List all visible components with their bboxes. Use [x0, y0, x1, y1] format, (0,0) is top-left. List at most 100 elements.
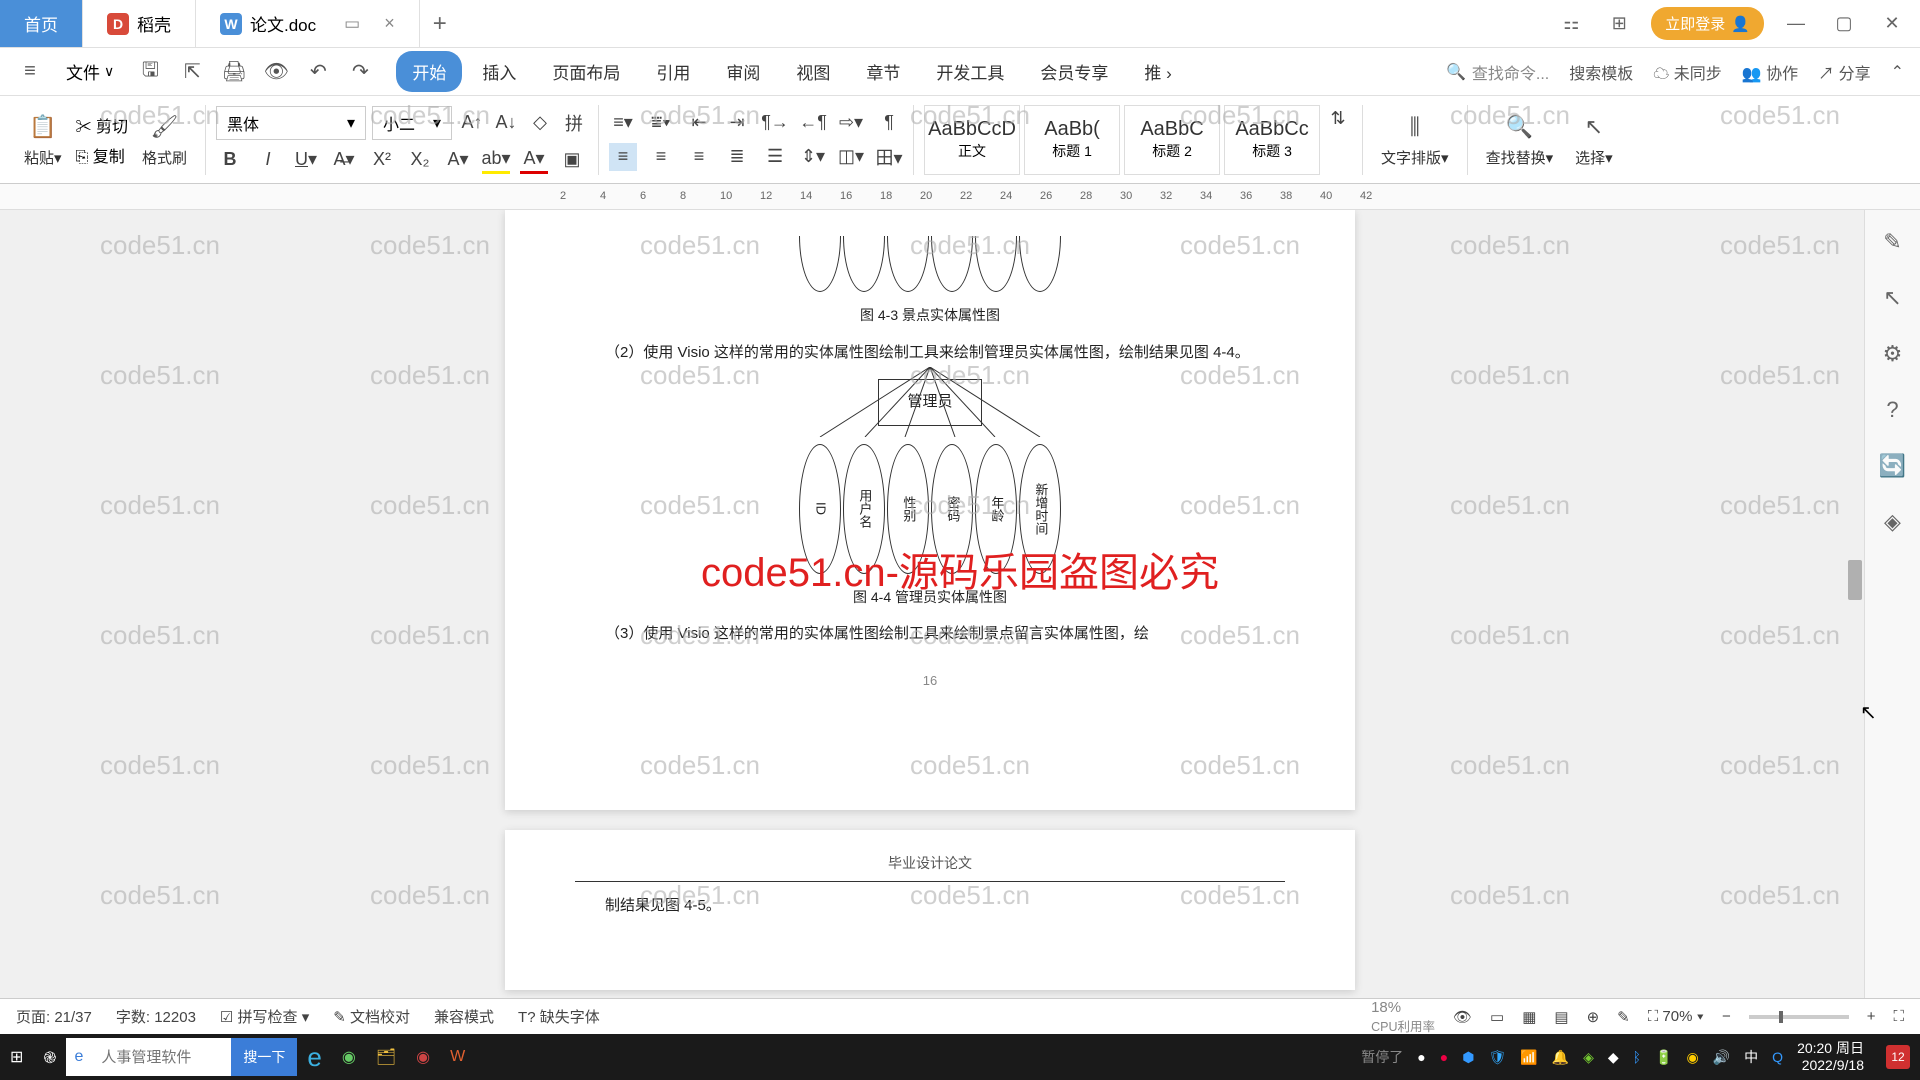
style-heading1[interactable]: AaBb(标题 1: [1024, 105, 1120, 175]
clear-format-icon[interactable]: ◇: [526, 109, 554, 137]
bullets-button[interactable]: ≡▾: [609, 109, 637, 137]
shrink-font-icon[interactable]: A↓: [492, 109, 520, 137]
menu-more[interactable]: 推 ›: [1128, 51, 1187, 92]
distribute-button[interactable]: ☰: [761, 143, 789, 171]
underline-button[interactable]: U▾: [292, 146, 320, 174]
notification-badge[interactable]: 12: [1886, 1045, 1910, 1069]
eye-icon[interactable]: 👁: [1453, 1008, 1472, 1026]
outdent-button[interactable]: ⇤: [685, 109, 713, 137]
bluetooth-icon[interactable]: ᛒ: [1633, 1049, 1641, 1065]
export-icon[interactable]: ⇱: [178, 58, 206, 86]
print-icon[interactable]: 🖨: [220, 58, 248, 86]
app-green-icon[interactable]: ◉: [332, 1034, 366, 1080]
settings-slider-icon[interactable]: ⚙: [1877, 338, 1909, 370]
copy-button[interactable]: ⎘ 复制: [76, 143, 128, 167]
gpu-icon[interactable]: ◈: [1583, 1049, 1594, 1066]
char-border-button[interactable]: ▣: [558, 146, 586, 174]
menu-start[interactable]: 开始: [396, 51, 462, 92]
menu-chapter[interactable]: 章节: [850, 51, 916, 92]
search-template[interactable]: 搜索模板: [1569, 60, 1633, 84]
web-mode-icon[interactable]: ⊕: [1587, 1008, 1600, 1026]
maximize-button[interactable]: ▢: [1828, 8, 1860, 40]
indent-button[interactable]: ⇥: [723, 109, 751, 137]
tab-menu-icon[interactable]: ▭: [344, 14, 360, 34]
tab-docker[interactable]: D稻壳: [83, 0, 196, 47]
text-layout[interactable]: ⫼文字排版▾: [1373, 111, 1457, 168]
share-button[interactable]: ↗ 分享: [1818, 60, 1870, 84]
tray-icon[interactable]: ●: [1417, 1049, 1425, 1065]
page-counter[interactable]: 页面: 21/37: [16, 1006, 92, 1027]
font-color-button[interactable]: A▾: [520, 146, 548, 174]
menu-review[interactable]: 审阅: [710, 51, 776, 92]
security-icon[interactable]: 🛡: [1488, 1049, 1506, 1066]
grow-font-icon[interactable]: A↑: [458, 109, 486, 137]
volume-icon[interactable]: 🔊: [1713, 1049, 1730, 1066]
redo-icon[interactable]: ↷: [346, 58, 374, 86]
zoom-out-button[interactable]: −: [1722, 1008, 1731, 1025]
align-center-button[interactable]: ≡: [647, 143, 675, 171]
collab-button[interactable]: 👥 协作: [1742, 60, 1798, 84]
style-normal[interactable]: AaBbCcD正文: [924, 105, 1020, 175]
rtl-button[interactable]: ←¶: [799, 109, 827, 137]
tray-icon[interactable]: ●: [1440, 1049, 1448, 1065]
tray-icon[interactable]: ◆: [1608, 1049, 1619, 1066]
zoom-fit-icon[interactable]: ⛶ 70% ▾: [1648, 1008, 1704, 1025]
scroll-thumb[interactable]: [1848, 560, 1862, 600]
ime-indicator[interactable]: 中: [1744, 1047, 1758, 1067]
help-icon[interactable]: ?: [1877, 394, 1909, 426]
fullscreen-icon[interactable]: ⛶: [1893, 1008, 1904, 1025]
missing-font[interactable]: T? 缺失字体: [518, 1006, 600, 1027]
tab-home[interactable]: 首页: [0, 0, 83, 47]
menu-references[interactable]: 引用: [640, 51, 706, 92]
save-icon[interactable]: 🖫: [136, 58, 164, 86]
search-command[interactable]: 🔍 查找命令...: [1446, 60, 1549, 84]
subscript-button[interactable]: X₂: [406, 146, 434, 174]
spell-check[interactable]: ☑ 拼写检查 ▾: [220, 1006, 309, 1027]
app-red-icon[interactable]: ◉: [406, 1034, 440, 1080]
bold-button[interactable]: B: [216, 146, 244, 174]
tray-icon[interactable]: ⬢: [1462, 1049, 1474, 1066]
ie-app-icon[interactable]: e: [297, 1034, 331, 1080]
menu-dev-tools[interactable]: 开发工具: [920, 51, 1020, 92]
shading-button[interactable]: ◫▾: [837, 143, 865, 171]
ai-icon[interactable]: ◈: [1877, 506, 1909, 538]
wifi-icon[interactable]: 📶: [1520, 1049, 1537, 1066]
bell-icon[interactable]: 🔔: [1552, 1049, 1569, 1066]
apps-icon[interactable]: ⊞: [1603, 8, 1635, 40]
login-button[interactable]: 立即登录👤: [1651, 7, 1764, 40]
document-canvas[interactable]: 图 4-3 景点实体属性图 （2）使用 Visio 这样的常用的实体属性图绘制工…: [0, 210, 1860, 1034]
hamburger-icon[interactable]: ≡: [16, 58, 44, 86]
close-icon[interactable]: ×: [384, 13, 395, 34]
search-go-button[interactable]: 搜一下: [231, 1038, 297, 1076]
align-right-button[interactable]: ≡: [685, 143, 713, 171]
style-heading2[interactable]: AaBbC标题 2: [1124, 105, 1220, 175]
zoom-in-button[interactable]: +: [1867, 1008, 1876, 1025]
start-button[interactable]: ⊞: [0, 1034, 33, 1080]
scrollbar[interactable]: [1846, 210, 1864, 1034]
style-heading3[interactable]: AaBbCc标题 3: [1224, 105, 1320, 175]
tab-button[interactable]: ⇨▾: [837, 109, 865, 137]
find-replace[interactable]: 🔍查找替换▾: [1478, 111, 1562, 168]
proofread[interactable]: ✎ 文档校对: [333, 1006, 410, 1027]
page-mode-icon[interactable]: ▦: [1522, 1008, 1536, 1026]
search-input[interactable]: [91, 1049, 231, 1066]
phonetic-icon[interactable]: 拼: [560, 109, 588, 137]
font-size-select[interactable]: 小二▾: [372, 106, 452, 140]
select-group[interactable]: ↖选择▾: [1567, 111, 1621, 168]
collapse-ribbon-icon[interactable]: ⌃: [1891, 62, 1904, 82]
font-select[interactable]: 黑体▾: [216, 106, 366, 140]
pen-icon[interactable]: ✎: [1877, 226, 1909, 258]
align-justify-button[interactable]: ≣: [723, 143, 751, 171]
tray-icon[interactable]: ◉: [1687, 1049, 1699, 1066]
sync-status[interactable]: ☁ 未同步: [1653, 60, 1721, 84]
menu-page-layout[interactable]: 页面布局: [536, 51, 636, 92]
word-count[interactable]: 字数: 12203: [116, 1006, 196, 1027]
add-tab-button[interactable]: +: [420, 0, 460, 47]
paste-icon[interactable]: 📋: [27, 111, 59, 143]
minimize-button[interactable]: —: [1780, 8, 1812, 40]
tab-document[interactable]: W论文.doc▭×: [196, 0, 420, 47]
numbering-button[interactable]: ⩸▾: [647, 109, 675, 137]
italic-button[interactable]: I: [254, 146, 282, 174]
select-tool-icon[interactable]: ↖: [1877, 282, 1909, 314]
edit-mode-icon[interactable]: ✎: [1617, 1008, 1630, 1026]
